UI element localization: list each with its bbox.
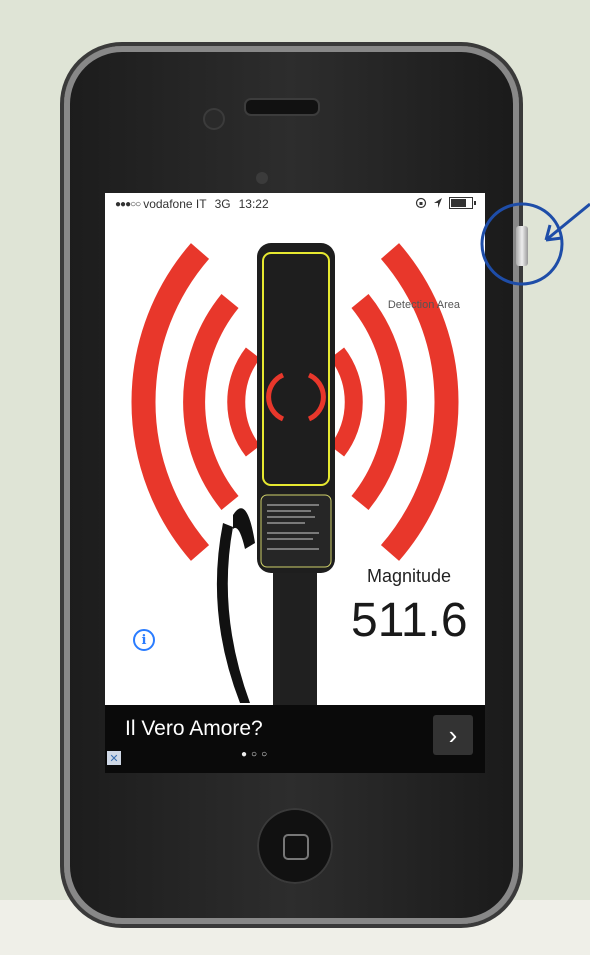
arrow-circle-annotation	[480, 202, 590, 286]
